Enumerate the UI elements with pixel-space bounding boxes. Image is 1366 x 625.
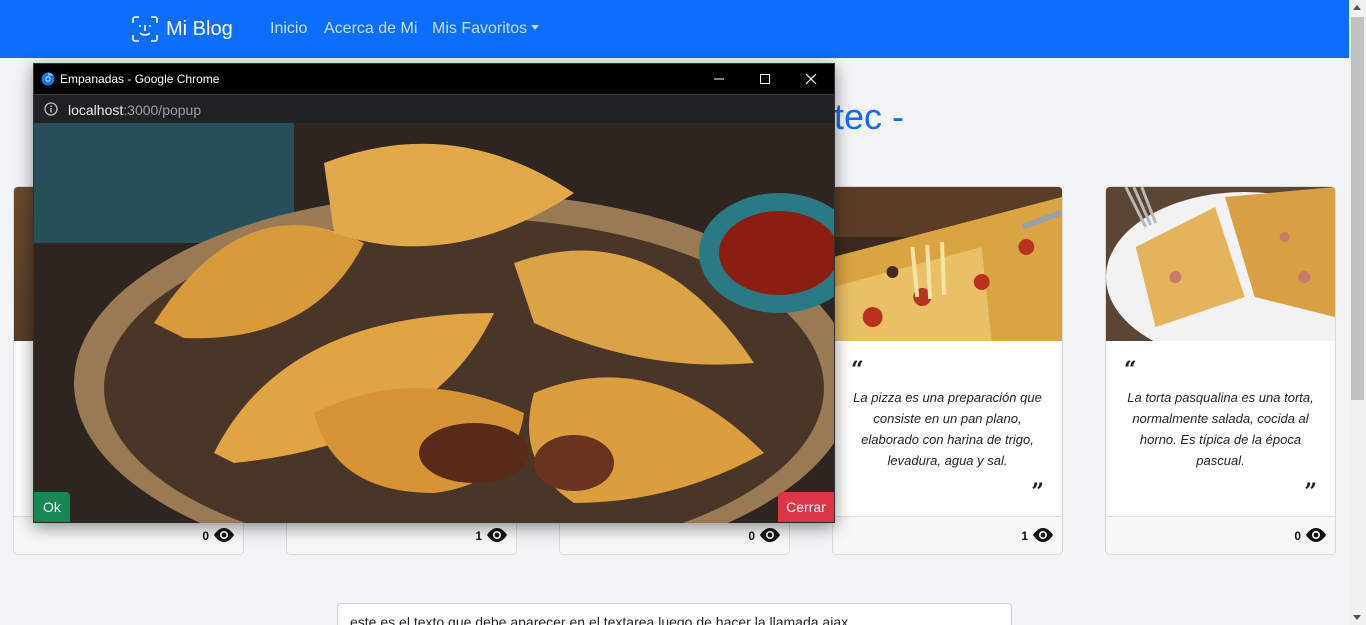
card-footer: 1: [833, 516, 1062, 554]
quote-close-icon: ”: [1031, 479, 1044, 505]
quote-open-icon: “: [851, 357, 864, 383]
maximize-icon: [760, 74, 770, 84]
view-count: 0: [1294, 529, 1301, 543]
popup-url: localhost:3000/popup: [68, 102, 201, 118]
card-body: “ La pizza es una preparación que consis…: [833, 341, 1062, 517]
url-path: :3000/popup: [123, 102, 202, 118]
nav-link-acerca[interactable]: Acerca de Mi: [324, 20, 417, 38]
popup-address-bar[interactable]: localhost:3000/popup: [34, 94, 834, 123]
card-pizza: “ La pizza es una preparación que consis…: [832, 186, 1063, 555]
torta-image: [1106, 187, 1335, 341]
nav-link-inicio[interactable]: Inicio: [270, 20, 307, 38]
page-heading: tec -: [834, 96, 905, 137]
quote-open-icon: “: [1124, 357, 1137, 383]
card-footer: 0: [1106, 516, 1335, 554]
maximize-button[interactable]: [742, 64, 788, 94]
pizza-image: [833, 187, 1062, 341]
eye-icon: [487, 528, 507, 542]
brand-label: Mi Blog: [166, 17, 233, 40]
view-count: 0: [748, 529, 755, 543]
card-body: “ La torta pasqualina es una torta, norm…: [1106, 341, 1335, 517]
popup-window-title: Empanadas - Google Chrome: [60, 72, 220, 86]
empanadas-image: [34, 123, 834, 523]
view-count: 1: [475, 529, 482, 543]
chrome-icon: [41, 72, 55, 86]
card-text: La pizza es una preparación que consiste…: [853, 390, 1042, 468]
close-icon: [805, 73, 817, 85]
ok-button[interactable]: Ok: [34, 492, 70, 522]
info-icon: [44, 102, 58, 116]
cerrar-button[interactable]: Cerrar: [778, 492, 834, 522]
eye-icon: [760, 528, 780, 542]
card-torta: “ La torta pasqualina es una torta, norm…: [1105, 186, 1336, 555]
eye-icon: [1306, 528, 1326, 542]
quote-close-icon: ”: [1304, 479, 1317, 505]
navbar-brand[interactable]: Mi Blog: [132, 16, 233, 42]
minimize-button[interactable]: [696, 64, 742, 94]
popup-window: Empanadas - Google Chrome localhost:3000…: [33, 63, 835, 523]
window-close-button[interactable]: [788, 64, 834, 94]
scroll-down-arrow-icon[interactable]: [1353, 615, 1361, 620]
ajax-textarea[interactable]: este es el texto que debe aparecer en el…: [337, 603, 1012, 625]
view-count: 0: [202, 529, 209, 543]
view-count: 1: [1021, 529, 1028, 543]
eye-icon: [214, 528, 234, 542]
popup-titlebar[interactable]: Empanadas - Google Chrome: [34, 64, 834, 94]
url-host: localhost: [68, 102, 124, 118]
page-scrollbar[interactable]: [1349, 0, 1366, 625]
scroll-up-arrow-icon[interactable]: [1353, 5, 1361, 10]
face-id-icon: [132, 16, 158, 42]
minimize-icon: [714, 78, 724, 80]
scroll-thumb[interactable]: [1351, 17, 1364, 400]
eye-icon: [1033, 528, 1053, 542]
nav-dropdown-favoritos[interactable]: Mis Favoritos: [432, 20, 539, 38]
navbar: Mi Blog Inicio Acerca de Mi Mis Favorito…: [0, 0, 1349, 58]
card-text: La torta pasqualina es una torta, normal…: [1127, 390, 1314, 468]
